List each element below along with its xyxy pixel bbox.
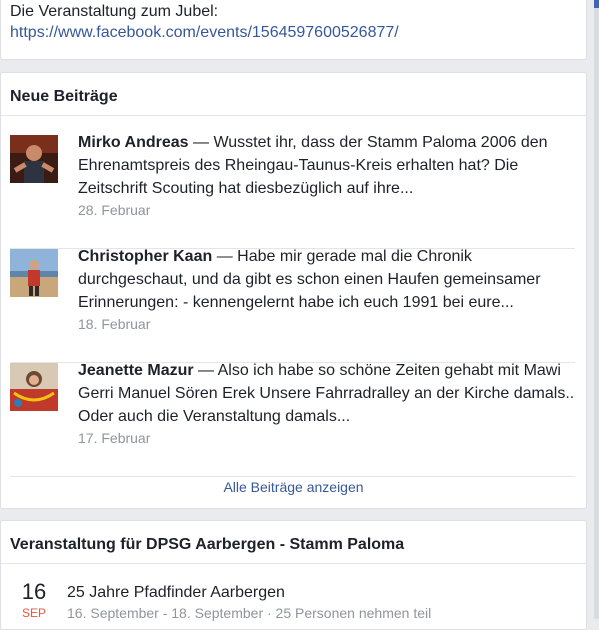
avatar[interactable] [10,363,58,411]
post-body: Jeanette Mazur — Also ich habe so schöne… [78,359,575,447]
events-card: Veranstaltung für DPSG Aarbergen - Stamm… [0,520,587,630]
recent-posts-title: Neue Beiträge [1,73,586,116]
about-text: Die Veranstaltung zum Jubel: [10,3,219,20]
avatar[interactable] [10,249,58,297]
event-link[interactable]: https://www.facebook.com/events/15645976… [10,22,586,43]
post-author[interactable]: Jeanette Mazur [78,362,194,379]
event-title[interactable]: 25 Jahre Pfadfinder Aarbergen [67,583,285,603]
post-date[interactable]: 17. Februar [78,429,575,447]
event-item[interactable]: 16 SEP 25 Jahre Pfadfinder Aarbergen 16.… [1,579,586,629]
event-month: SEP [21,606,46,620]
about-card: Die Veranstaltung zum Jubel: https://www… [0,0,587,60]
post-author[interactable]: Christopher Kaan [78,248,212,265]
see-all-posts-link[interactable]: Alle Beiträge anzeigen [1,479,586,495]
scrollbar[interactable] [594,0,599,619]
post-body: Mirko Andreas — Wusstet ihr, dass der St… [78,131,575,219]
avatar[interactable] [10,135,58,183]
post-date[interactable]: 28. Februar [78,201,575,219]
post-item[interactable]: Christopher Kaan — Habe mir gerade mal d… [10,248,575,363]
recent-posts-card: Neue Beiträge Mirko Andreas — Wusstet ih… [0,72,587,509]
post-date[interactable]: 18. Februar [78,315,575,333]
post-item[interactable]: Mirko Andreas — Wusstet ihr, dass der St… [10,134,575,249]
post-item[interactable]: Jeanette Mazur — Also ich habe so schöne… [10,362,575,477]
event-day: 16 [21,579,47,604]
post-body: Christopher Kaan — Habe mir gerade mal d… [78,245,575,333]
events-title: Veranstaltung für DPSG Aarbergen - Stamm… [1,521,586,564]
post-author[interactable]: Mirko Andreas [78,134,189,151]
